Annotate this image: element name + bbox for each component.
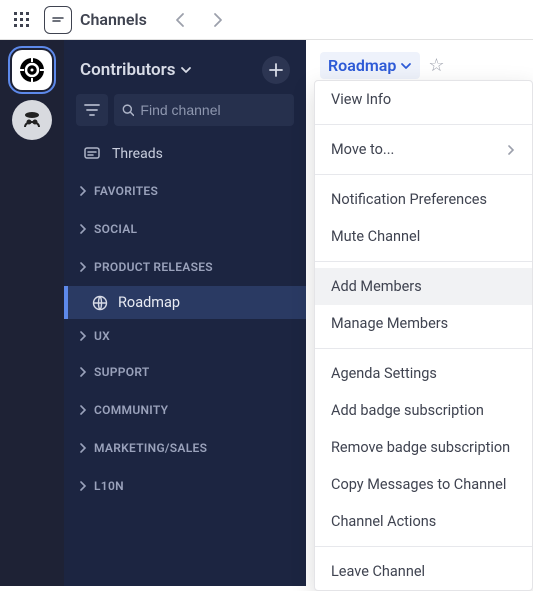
menu-add-members[interactable]: Add Members — [315, 268, 532, 305]
star-icon[interactable]: ☆ — [428, 55, 444, 76]
topbar: Channels — [0, 0, 533, 40]
menu-separator — [315, 124, 532, 125]
menu-view-info[interactable]: View Info — [315, 81, 532, 118]
workspace-icon-1[interactable] — [12, 50, 52, 90]
category-label: COMMUNITY — [94, 403, 168, 417]
threads-link[interactable]: Threads — [64, 136, 306, 172]
chevron-right-icon — [78, 367, 88, 377]
menu-remove-badge-subscription[interactable]: Remove badge subscription — [315, 429, 532, 466]
channels-icon[interactable] — [44, 6, 72, 34]
main-layout: Contributors Threads FAVORITES — [0, 40, 533, 586]
chevron-right-icon — [78, 481, 88, 491]
category-product-releases[interactable]: PRODUCT RELEASES — [64, 248, 306, 286]
search-icon — [122, 103, 134, 117]
menu-item-label: Add badge subscription — [331, 402, 484, 419]
menu-item-label: Manage Members — [331, 315, 448, 332]
chevron-down-icon — [400, 60, 412, 72]
sidebar: Contributors Threads FAVORITES — [64, 40, 306, 586]
chevron-right-icon — [78, 405, 88, 415]
sidebar-search-row — [64, 94, 306, 136]
category-favorites[interactable]: FAVORITES — [64, 172, 306, 210]
threads-icon — [84, 147, 100, 161]
category-label: L10N — [94, 479, 124, 493]
category-support[interactable]: SUPPORT — [64, 353, 306, 391]
channel-roadmap[interactable]: Roadmap — [64, 286, 306, 319]
channel-dropdown: View Info Move to... Notification Prefer… — [314, 80, 533, 591]
menu-item-label: Agenda Settings — [331, 365, 437, 382]
chevron-right-icon — [78, 443, 88, 453]
sidebar-header: Contributors — [64, 40, 306, 94]
menu-copy-messages[interactable]: Copy Messages to Channel — [315, 466, 532, 503]
category-label: PRODUCT RELEASES — [94, 260, 213, 274]
menu-mute-channel[interactable]: Mute Channel — [315, 218, 532, 255]
filter-button[interactable] — [76, 94, 108, 126]
add-button[interactable] — [262, 56, 290, 84]
channel-label: Roadmap — [118, 294, 180, 311]
menu-separator — [315, 261, 532, 262]
team-rail — [0, 40, 64, 586]
menu-item-label: Remove badge subscription — [331, 439, 510, 456]
chevron-right-icon — [78, 262, 88, 272]
menu-leave-channel[interactable]: Leave Channel — [315, 553, 532, 590]
grid-icon[interactable] — [8, 6, 36, 34]
category-label: SUPPORT — [94, 365, 150, 379]
category-community[interactable]: COMMUNITY — [64, 391, 306, 429]
menu-item-label: Mute Channel — [331, 228, 420, 245]
menu-manage-members[interactable]: Manage Members — [315, 305, 532, 342]
globe-icon — [92, 295, 108, 311]
menu-item-label: Channel Actions — [331, 513, 436, 530]
chevron-right-icon — [78, 331, 88, 341]
category-label: FAVORITES — [94, 184, 158, 198]
category-label: SOCIAL — [94, 222, 137, 236]
back-button[interactable] — [167, 6, 195, 34]
categories: FAVORITES SOCIAL PRODUCT RELEASES Roadma… — [64, 172, 306, 505]
menu-item-label: View Info — [331, 91, 391, 108]
channel-name-text: Roadmap — [328, 56, 396, 75]
category-label: MARKETING/SALES — [94, 441, 207, 455]
search-box[interactable] — [114, 94, 294, 126]
topbar-title: Channels — [80, 10, 147, 29]
menu-item-label: Add Members — [331, 278, 422, 295]
sidebar-title[interactable]: Contributors — [80, 60, 192, 80]
category-label: UX — [94, 329, 110, 343]
chevron-right-icon — [78, 224, 88, 234]
channel-name-chip[interactable]: Roadmap — [320, 52, 420, 79]
category-marketing-sales[interactable]: MARKETING/SALES — [64, 429, 306, 467]
category-ux[interactable]: UX — [64, 319, 306, 353]
menu-item-label: Move to... — [331, 141, 394, 158]
chevron-down-icon — [180, 64, 192, 76]
search-input[interactable] — [140, 102, 286, 118]
forward-button[interactable] — [203, 6, 231, 34]
menu-item-label: Copy Messages to Channel — [331, 476, 506, 493]
menu-separator — [315, 174, 532, 175]
chevron-right-icon — [506, 145, 516, 155]
menu-notification-preferences[interactable]: Notification Preferences — [315, 181, 532, 218]
content-area: Roadmap ☆ View Info Move to... Notificat… — [306, 40, 533, 586]
category-l10n[interactable]: L10N — [64, 467, 306, 505]
menu-agenda-settings[interactable]: Agenda Settings — [315, 355, 532, 392]
chevron-right-icon — [78, 186, 88, 196]
menu-move-to[interactable]: Move to... — [315, 131, 532, 168]
menu-separator — [315, 546, 532, 547]
menu-separator — [315, 348, 532, 349]
menu-item-label: Leave Channel — [331, 563, 425, 580]
threads-label: Threads — [112, 146, 163, 162]
category-social[interactable]: SOCIAL — [64, 210, 306, 248]
workspace-icon-2[interactable] — [12, 100, 52, 140]
menu-item-label: Notification Preferences — [331, 191, 487, 208]
sidebar-title-text: Contributors — [80, 60, 176, 80]
menu-add-badge-subscription[interactable]: Add badge subscription — [315, 392, 532, 429]
menu-channel-actions[interactable]: Channel Actions — [315, 503, 532, 540]
